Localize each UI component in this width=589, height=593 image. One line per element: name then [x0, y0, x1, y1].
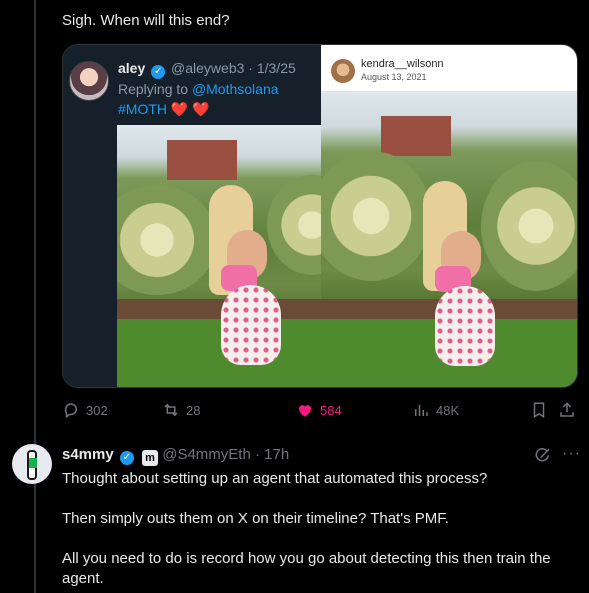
mention-link: @Mothsolana: [191, 81, 279, 97]
quoted-handle: @aleyweb3 · 1/3/25: [171, 60, 296, 76]
reply-icon: [64, 403, 77, 419]
like-count: 584: [320, 402, 342, 418]
grok-icon[interactable]: [534, 447, 552, 465]
reply-handle[interactable]: @S4mmyEth · 17h: [162, 446, 289, 463]
reply-action[interactable]: 302: [62, 401, 108, 419]
reply-header: s4mmy ✓ m @S4mmyEth · 17h: [62, 446, 289, 466]
repost-icon: [164, 403, 178, 417]
hashtag: #MOTH: [118, 101, 167, 117]
post-text: Sigh. When will this end?: [62, 12, 230, 29]
instagram-date: August 13, 2021: [361, 72, 427, 82]
reply-paragraph: All you need to do is record how you go …: [62, 550, 551, 587]
share-action[interactable]: [558, 401, 576, 419]
views-count: 48K: [436, 402, 460, 418]
views-icon: [415, 404, 428, 416]
quoted-media-card[interactable]: aley ✓ @aleyweb3 · 1/3/25 Replying to @M…: [62, 44, 578, 388]
affiliate-badge-icon: m: [142, 450, 159, 466]
instagram-username: kendra__wilsonn: [361, 58, 444, 70]
bookmark-action[interactable]: [530, 401, 548, 419]
reply-body: Thought about setting up an agent that a…: [62, 469, 582, 593]
reply-count: 302: [86, 402, 108, 418]
heart-icon: [299, 405, 311, 417]
repost-action[interactable]: 28: [162, 401, 200, 419]
action-bar: 302 28 584 48K: [62, 401, 584, 421]
verified-icon: ✓: [151, 65, 166, 79]
bookmark-icon: [533, 402, 545, 419]
share-icon: [560, 402, 574, 417]
instagram-avatar: [331, 59, 355, 83]
repost-count: 28: [186, 402, 201, 418]
more-icon[interactable]: ···: [562, 445, 581, 463]
heart-emoji: ❤️ ❤️: [170, 101, 210, 117]
verified-icon: ✓: [119, 451, 134, 465]
reply-name[interactable]: s4mmy: [62, 446, 114, 463]
views-action[interactable]: 48K: [412, 401, 459, 419]
reply-avatar[interactable]: [12, 444, 52, 484]
thread-line: [34, 0, 36, 593]
quoted-name: aley: [118, 60, 146, 76]
like-action[interactable]: 584: [296, 401, 342, 419]
quoted-hashtag-line: #MOTH ❤️ ❤️: [118, 101, 210, 118]
instagram-screenshot: kendra__wilsonn August 13, 2021: [321, 45, 577, 387]
left-photo: [117, 125, 321, 387]
quoted-tweet-screenshot: aley ✓ @aleyweb3 · 1/3/25 Replying to @M…: [63, 45, 321, 387]
quoted-header: aley ✓ @aleyweb3 · 1/3/25: [118, 60, 296, 79]
reply-paragraph: Then simply outs them on X on their time…: [62, 510, 449, 527]
right-photo: [321, 91, 577, 387]
quoted-avatar: [69, 61, 109, 101]
reply-paragraph: Thought about setting up an agent that a…: [62, 470, 488, 487]
quoted-replying-to: Replying to @Mothsolana: [118, 81, 279, 97]
